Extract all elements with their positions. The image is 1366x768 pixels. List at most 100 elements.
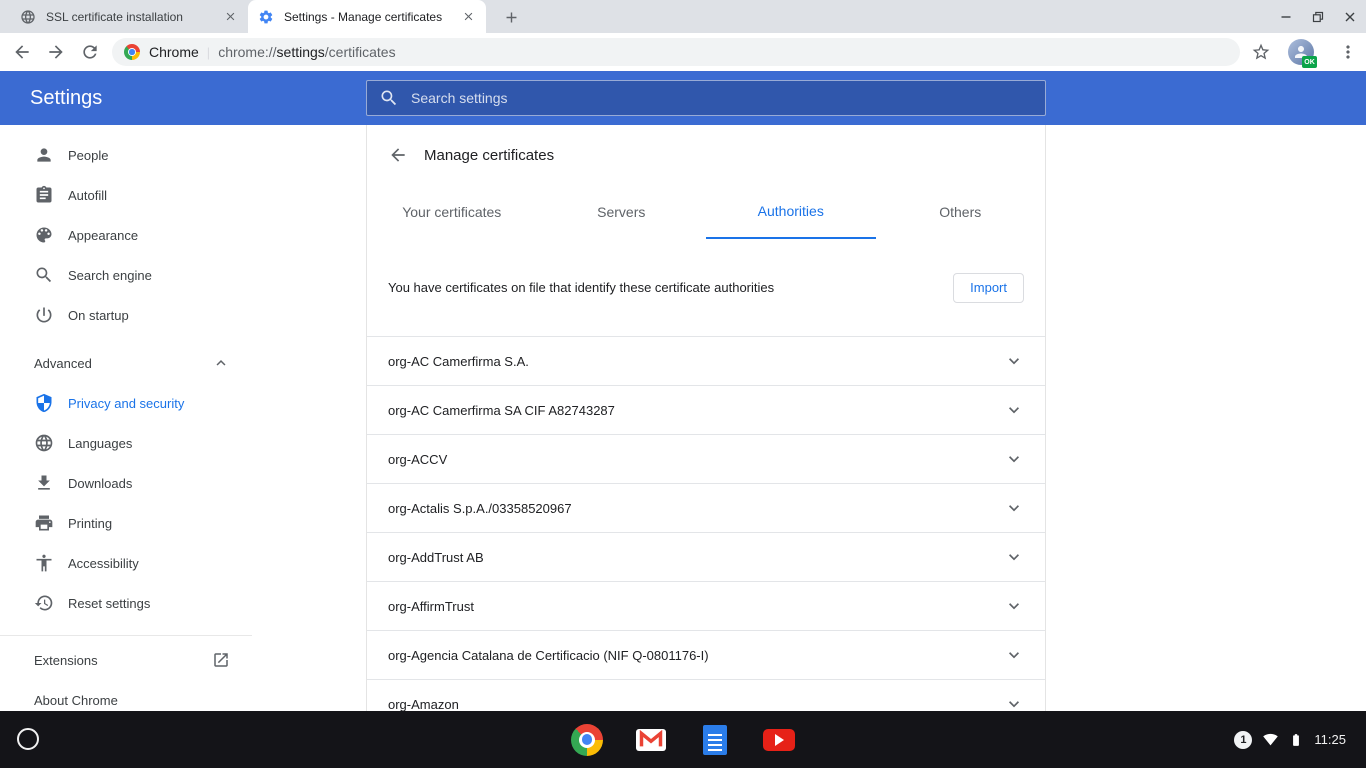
autofill-icon bbox=[34, 185, 54, 205]
certificate-name: org-AC Camerfirma S.A. bbox=[388, 354, 1004, 369]
forward-icon[interactable] bbox=[46, 42, 66, 62]
certificate-name: org-Actalis S.p.A./03358520967 bbox=[388, 501, 1004, 516]
certificate-row[interactable]: org-AC Camerfirma S.A. bbox=[367, 336, 1045, 385]
sidebar-item-label: People bbox=[68, 148, 230, 163]
certificate-row[interactable]: org-Agencia Catalana de Certificacio (NI… bbox=[367, 630, 1045, 679]
sidebar-item-label: Autofill bbox=[68, 188, 230, 203]
tab-title: Settings - Manage certificates bbox=[284, 10, 452, 24]
window-controls bbox=[1270, 0, 1366, 33]
sidebar-item-accessibility[interactable]: Accessibility bbox=[0, 543, 252, 583]
chevron-down-icon[interactable] bbox=[1004, 694, 1024, 711]
sidebar-item-on-startup[interactable]: On startup bbox=[0, 295, 252, 335]
chevron-down-icon[interactable] bbox=[1004, 351, 1024, 371]
maximize-icon[interactable] bbox=[1302, 0, 1334, 33]
sidebar-item-search-engine[interactable]: Search engine bbox=[0, 255, 252, 295]
certificate-row[interactable]: org-ACCV bbox=[367, 434, 1045, 483]
sidebar-item-label: Search engine bbox=[68, 268, 230, 283]
person-icon bbox=[34, 145, 54, 165]
close-icon[interactable] bbox=[1334, 0, 1366, 33]
reload-icon[interactable] bbox=[80, 42, 100, 62]
sidebar-divider bbox=[0, 635, 252, 636]
chevron-down-icon[interactable] bbox=[1004, 449, 1024, 469]
new-tab-icon[interactable] bbox=[500, 6, 522, 28]
certificate-row[interactable]: org-Actalis S.p.A./03358520967 bbox=[367, 483, 1045, 532]
settings-title: Settings bbox=[30, 71, 102, 125]
bookmark-star-icon[interactable] bbox=[1251, 42, 1271, 62]
sidebar-item-autofill[interactable]: Autofill bbox=[0, 175, 252, 215]
browser-toolbar: Chrome | chrome://settings/certificates … bbox=[0, 33, 1366, 71]
chevron-down-icon[interactable] bbox=[1004, 400, 1024, 420]
settings-header: Settings bbox=[0, 71, 1366, 125]
url-path: /certificates bbox=[325, 44, 396, 60]
chevron-down-icon[interactable] bbox=[1004, 547, 1024, 567]
tab-authorities[interactable]: Authorities bbox=[706, 185, 876, 239]
sidebar-item-label: Appearance bbox=[68, 228, 230, 243]
sidebar-item-downloads[interactable]: Downloads bbox=[0, 463, 252, 503]
sidebar-item-printing[interactable]: Printing bbox=[0, 503, 252, 543]
certificate-name: org-AffirmTrust bbox=[388, 599, 1004, 614]
minimize-icon[interactable] bbox=[1270, 0, 1302, 33]
gmail-app-icon[interactable] bbox=[635, 724, 667, 756]
certificate-row[interactable]: org-AC Camerfirma SA CIF A82743287 bbox=[367, 385, 1045, 434]
settings-search[interactable] bbox=[366, 80, 1046, 116]
url-scheme: chrome:// bbox=[218, 44, 276, 60]
sidebar-item-label: Accessibility bbox=[68, 556, 230, 571]
tab-your-certificates[interactable]: Your certificates bbox=[367, 185, 537, 239]
docs-app-icon[interactable] bbox=[699, 724, 731, 756]
back-icon[interactable] bbox=[12, 42, 32, 62]
sidebar-item-reset-settings[interactable]: Reset settings bbox=[0, 583, 252, 623]
advanced-label: Advanced bbox=[34, 356, 212, 371]
sidebar-item-privacy-security[interactable]: Privacy and security bbox=[0, 383, 252, 423]
power-icon bbox=[34, 305, 54, 325]
sidebar-item-label: Privacy and security bbox=[68, 396, 230, 411]
certificate-name: org-Agencia Catalana de Certificacio (NI… bbox=[388, 648, 1004, 663]
omnibox[interactable]: Chrome | chrome://settings/certificates bbox=[112, 38, 1240, 66]
accessibility-icon bbox=[34, 553, 54, 573]
sidebar-item-people[interactable]: People bbox=[0, 135, 252, 175]
sidebar-item-label: Extensions bbox=[34, 653, 212, 668]
chrome-app-icon[interactable] bbox=[571, 724, 603, 756]
search-input[interactable] bbox=[409, 89, 1033, 107]
certificate-row[interactable]: org-AddTrust AB bbox=[367, 532, 1045, 581]
search-icon bbox=[379, 88, 399, 108]
certificate-row[interactable]: org-Amazon bbox=[367, 679, 1045, 711]
sidebar-item-languages[interactable]: Languages bbox=[0, 423, 252, 463]
manage-certificates-card: Manage certificates Your certificates Se… bbox=[366, 125, 1046, 711]
tab-servers[interactable]: Servers bbox=[537, 185, 707, 239]
import-button[interactable]: Import bbox=[953, 273, 1024, 303]
back-arrow-icon[interactable] bbox=[388, 145, 408, 165]
sidebar-item-label: On startup bbox=[68, 308, 230, 323]
youtube-app-icon[interactable] bbox=[763, 724, 795, 756]
authorities-description-row: You have certificates on file that ident… bbox=[367, 239, 1045, 336]
menu-kebab-icon[interactable] bbox=[1338, 42, 1358, 62]
certificate-row[interactable]: org-AffirmTrust bbox=[367, 581, 1045, 630]
notification-badge[interactable]: 1 bbox=[1234, 731, 1252, 749]
sidebar-item-appearance[interactable]: Appearance bbox=[0, 215, 252, 255]
sidebar-advanced-toggle[interactable]: Advanced bbox=[0, 343, 252, 383]
wifi-icon bbox=[1263, 732, 1278, 747]
chromeos-screen: SSL certificate installation Settings - … bbox=[0, 0, 1366, 768]
certificate-name: org-Amazon bbox=[388, 697, 1004, 712]
sidebar-item-label: Reset settings bbox=[68, 596, 230, 611]
search-icon bbox=[34, 265, 54, 285]
sidebar-item-extensions[interactable]: Extensions bbox=[0, 640, 252, 680]
browser-tab-settings[interactable]: Settings - Manage certificates bbox=[248, 0, 486, 33]
status-tray[interactable]: 1 11:25 bbox=[1234, 711, 1366, 768]
authorities-description: You have certificates on file that ident… bbox=[388, 280, 953, 295]
chevron-down-icon[interactable] bbox=[1004, 645, 1024, 665]
tab-close-icon[interactable] bbox=[222, 9, 238, 25]
chrome-logo-icon bbox=[124, 44, 140, 60]
tab-others[interactable]: Others bbox=[876, 185, 1046, 239]
omnibox-product-label: Chrome bbox=[149, 44, 199, 60]
browser-tab-ssl[interactable]: SSL certificate installation bbox=[10, 0, 248, 33]
certificate-name: org-AddTrust AB bbox=[388, 550, 1004, 565]
chevron-down-icon[interactable] bbox=[1004, 498, 1024, 518]
omnibox-url: chrome://settings/certificates bbox=[218, 44, 395, 60]
launcher-button[interactable] bbox=[17, 728, 39, 750]
omnibox-separator: | bbox=[207, 45, 210, 60]
avatar[interactable]: OK bbox=[1288, 39, 1314, 65]
chevron-up-icon bbox=[212, 354, 230, 372]
settings-sidebar: People Autofill Appearance Search engine… bbox=[0, 125, 252, 711]
tab-close-icon[interactable] bbox=[460, 9, 476, 25]
chevron-down-icon[interactable] bbox=[1004, 596, 1024, 616]
